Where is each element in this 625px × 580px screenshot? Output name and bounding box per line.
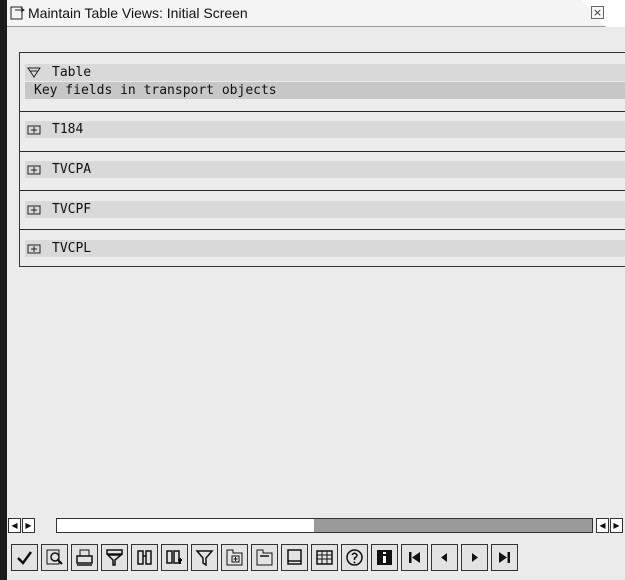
tree-item-tvcpl[interactable]: TVCPL (20, 240, 625, 257)
funnel-icon (195, 550, 214, 567)
collapsed-node-icon[interactable] (27, 243, 41, 255)
previous-page-icon (441, 553, 447, 562)
title-accent (0, 0, 7, 27)
item-label: TVCPA (52, 162, 92, 177)
find-next-icon (137, 550, 152, 565)
title-bar: Maintain Table Views: Initial Screen × (0, 0, 625, 27)
print-icon (76, 549, 93, 566)
header-band (25, 64, 625, 81)
filter-button[interactable] (101, 544, 128, 571)
last-page-button[interactable] (491, 544, 518, 571)
tree-item-tvcpf[interactable]: TVCPF (20, 201, 625, 218)
collapsed-node-icon[interactable] (27, 124, 41, 136)
next-page-icon (472, 553, 478, 562)
find-icon (46, 549, 63, 565)
item-band (25, 240, 625, 257)
print-button[interactable] (71, 544, 98, 571)
help-icon (346, 549, 363, 566)
collapsed-node-icon[interactable] (27, 164, 41, 176)
help-button[interactable] (341, 544, 368, 571)
scroll-left-button-right[interactable]: ◀ (596, 518, 609, 533)
find-replace-button[interactable] (161, 544, 188, 571)
previous-page-button[interactable] (431, 544, 458, 571)
close-button[interactable]: × (591, 6, 604, 19)
tree-panel: Table Key fields in transport objects T1… (19, 52, 625, 267)
bottom-toolbar (8, 541, 625, 577)
item-band (25, 121, 625, 138)
tree-item-tvcpa[interactable]: TVCPA (20, 161, 625, 178)
tree-header[interactable]: Table Key fields in transport objects (20, 64, 625, 100)
expanded-folder-icon[interactable] (27, 66, 41, 78)
find-next-button[interactable] (131, 544, 158, 571)
table-button[interactable] (311, 544, 338, 571)
table-icon (316, 550, 333, 565)
row-separator (20, 111, 625, 112)
subheader-label: Key fields in transport objects (34, 83, 277, 98)
item-band (25, 201, 625, 218)
window-title: Maintain Table Views: Initial Screen (28, 5, 248, 21)
row-separator (20, 190, 625, 191)
page-icon (287, 549, 302, 565)
item-band (25, 161, 625, 178)
window-icon (10, 6, 25, 20)
info-button[interactable] (371, 544, 398, 571)
scroll-left-button[interactable]: ◀ (8, 518, 21, 533)
collapse-subtree-icon (256, 549, 273, 566)
horizontal-scrollbar[interactable]: ◀ ▶ ◀ ▶ (8, 518, 625, 534)
page-button[interactable] (281, 544, 308, 571)
funnel-button[interactable] (191, 544, 218, 571)
collapsed-node-icon[interactable] (27, 204, 41, 216)
expand-subtree-icon (226, 549, 243, 566)
left-frame (0, 27, 7, 580)
item-label: TVCPF (52, 202, 92, 217)
checkmark-button[interactable] (11, 544, 38, 571)
header-label: Table (52, 65, 92, 80)
expand-subtree-button[interactable] (221, 544, 248, 571)
scroll-thumb[interactable] (57, 519, 314, 532)
find-button[interactable] (41, 544, 68, 571)
collapse-subtree-button[interactable] (251, 544, 278, 571)
checkmark-icon (17, 551, 33, 565)
item-label: T184 (52, 122, 84, 137)
scroll-track[interactable] (56, 518, 593, 533)
dialog-window: Maintain Table Views: Initial Screen × T… (0, 0, 625, 580)
scroll-right-button[interactable]: ▶ (22, 518, 35, 533)
find-replace-icon (166, 550, 182, 564)
last-page-icon (499, 552, 510, 563)
scroll-right-button-right[interactable]: ▶ (610, 518, 623, 533)
first-page-icon (409, 552, 420, 563)
row-separator (20, 151, 625, 152)
tree-item-t184[interactable]: T184 (20, 121, 625, 138)
first-page-button[interactable] (401, 544, 428, 571)
item-label: TVCPL (52, 241, 92, 256)
filter-icon (106, 549, 124, 566)
info-icon (377, 550, 392, 565)
row-separator (20, 229, 625, 230)
next-page-button[interactable] (461, 544, 488, 571)
